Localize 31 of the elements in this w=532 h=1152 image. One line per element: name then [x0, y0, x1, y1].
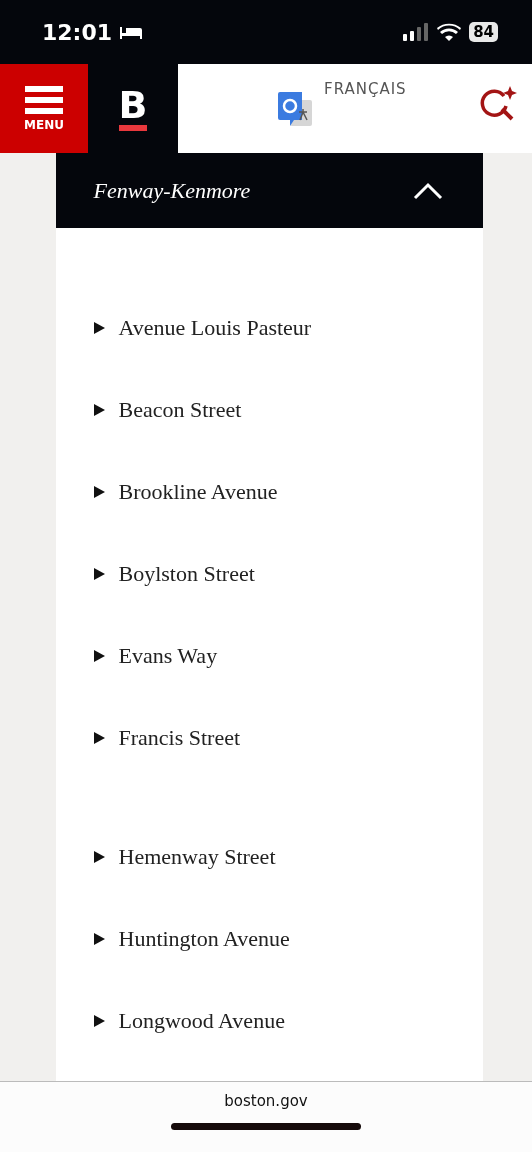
- bullet-icon: [93, 1015, 105, 1027]
- street-link[interactable]: Beacon Street: [55, 369, 483, 451]
- bullet-icon: [93, 568, 105, 580]
- street-link[interactable]: Boylston Street: [55, 533, 483, 615]
- menu-icon: [25, 85, 63, 114]
- bullet-icon: [93, 404, 105, 416]
- bullet-icon: [93, 732, 105, 744]
- signal-icon: [403, 23, 430, 41]
- section-header[interactable]: Fenway-Kenmore: [55, 153, 483, 228]
- logo[interactable]: B: [88, 64, 178, 153]
- chevron-up-icon: [412, 181, 443, 200]
- street-link[interactable]: Avenue Louis Pasteur: [55, 287, 483, 369]
- street-link[interactable]: Brookline Avenue: [55, 451, 483, 533]
- street-link[interactable]: Hemenway Street: [55, 816, 483, 898]
- logo-letter: B: [118, 86, 148, 131]
- bed-icon: [120, 25, 143, 39]
- url-text[interactable]: boston.gov: [224, 1092, 308, 1110]
- battery-level: 84: [469, 22, 498, 42]
- bullet-icon: [93, 933, 105, 945]
- menu-button[interactable]: MENU: [0, 64, 88, 153]
- street-link[interactable]: Longwood Avenue: [55, 980, 483, 1062]
- bullet-icon: [93, 851, 105, 863]
- wifi-icon: [437, 23, 462, 41]
- street-link[interactable]: Francis Street: [55, 697, 483, 779]
- status-time: 12:01: [42, 19, 113, 45]
- bullet-icon: [93, 650, 105, 662]
- street-link[interactable]: Evans Way: [55, 615, 483, 697]
- bullet-icon: [93, 486, 105, 498]
- street-link[interactable]: Huntington Avenue: [55, 898, 483, 980]
- translate-icon: [278, 92, 314, 128]
- bullet-icon: [93, 322, 105, 334]
